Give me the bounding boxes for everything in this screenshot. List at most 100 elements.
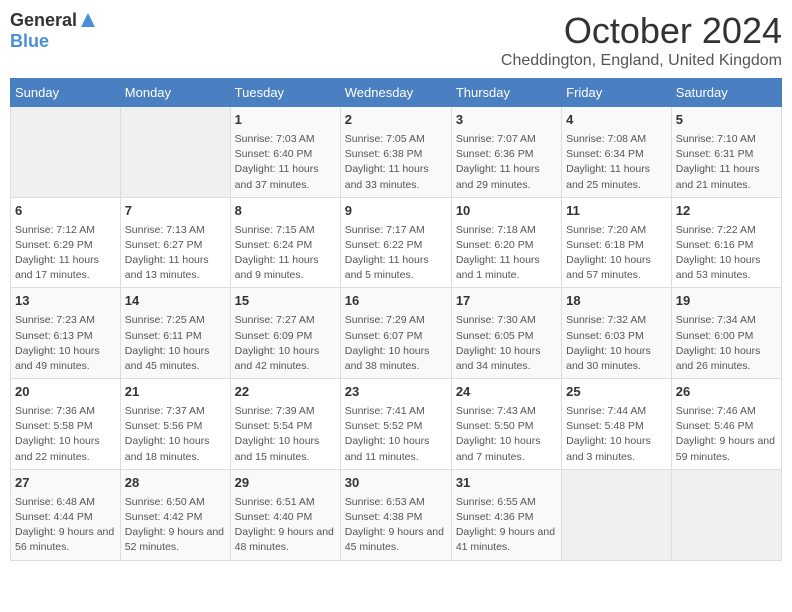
day-info: Sunrise: 7:46 AMSunset: 5:46 PMDaylight:… <box>676 404 777 465</box>
calendar-cell: 30Sunrise: 6:53 AMSunset: 4:38 PMDayligh… <box>340 469 451 560</box>
calendar-cell: 8Sunrise: 7:15 AMSunset: 6:24 PMDaylight… <box>230 197 340 288</box>
calendar-week-1: 1 Sunrise: 7:03 AMSunset: 6:40 PMDaylight… <box>11 107 782 198</box>
day-number: 31 <box>456 474 557 493</box>
day-info: Sunrise: 7:41 AMSunset: 5:52 PMDaylight:… <box>345 404 447 465</box>
day-number: 17 <box>456 292 557 311</box>
calendar-table: SundayMondayTuesdayWednesdayThursdayFrid… <box>10 78 782 561</box>
day-number: 25 <box>566 383 667 402</box>
day-number: 2 <box>345 111 447 130</box>
day-info: Sunrise: 7:30 AMSunset: 6:05 PMDaylight:… <box>456 313 557 374</box>
day-number: 22 <box>235 383 336 402</box>
calendar-week-4: 20 Sunrise: 7:36 AMSunset: 5:58 PMDayligh… <box>11 379 782 470</box>
day-info: Sunrise: 7:07 AMSunset: 6:36 PMDaylight:… <box>456 132 557 193</box>
month-title: October 2024 <box>501 10 782 52</box>
calendar-cell: 31 Sunrise: 6:55 AMSunset: 4:36 PMDayligh… <box>451 469 561 560</box>
calendar-week-2: 6Sunrise: 7:12 AMSunset: 6:29 PMDaylight… <box>11 197 782 288</box>
day-info: Sunrise: 7:44 AMSunset: 5:48 PMDaylight:… <box>566 404 667 465</box>
day-number: 24 <box>456 383 557 402</box>
day-info: Sunrise: 7:27 AMSunset: 6:09 PMDaylight:… <box>235 313 336 374</box>
day-number: 19 <box>676 292 777 311</box>
day-info: Sunrise: 7:15 AMSunset: 6:24 PMDaylight:… <box>235 223 336 284</box>
calendar-cell: 24 Sunrise: 7:43 AMSunset: 5:50 PMDayligh… <box>451 379 561 470</box>
calendar-cell: 6Sunrise: 7:12 AMSunset: 6:29 PMDaylight… <box>11 197 121 288</box>
calendar-cell: 7Sunrise: 7:13 AMSunset: 6:27 PMDaylight… <box>120 197 230 288</box>
day-info: Sunrise: 7:03 AMSunset: 6:40 PMDaylight:… <box>235 132 336 193</box>
day-number: 21 <box>125 383 226 402</box>
calendar-cell: 15 Sunrise: 7:27 AMSunset: 6:09 PMDayligh… <box>230 288 340 379</box>
calendar-header-row: SundayMondayTuesdayWednesdayThursdayFrid… <box>11 79 782 107</box>
calendar-cell <box>562 469 672 560</box>
calendar-cell: 18 Sunrise: 7:32 AMSunset: 6:03 PMDayligh… <box>562 288 672 379</box>
day-number: 5 <box>676 111 777 130</box>
calendar-cell: 28Sunrise: 6:50 AMSunset: 4:42 PMDayligh… <box>120 469 230 560</box>
calendar-week-3: 13 Sunrise: 7:23 AMSunset: 6:13 PMDayligh… <box>11 288 782 379</box>
calendar-cell: 29Sunrise: 6:51 AMSunset: 4:40 PMDayligh… <box>230 469 340 560</box>
day-number: 13 <box>15 292 116 311</box>
day-info: Sunrise: 7:32 AMSunset: 6:03 PMDaylight:… <box>566 313 667 374</box>
calendar-cell: 9 Sunrise: 7:17 AMSunset: 6:22 PMDaylight… <box>340 197 451 288</box>
day-info: Sunrise: 7:08 AMSunset: 6:34 PMDaylight:… <box>566 132 667 193</box>
day-info: Sunrise: 6:55 AMSunset: 4:36 PMDaylight:… <box>456 495 557 556</box>
day-info: Sunrise: 7:34 AMSunset: 6:00 PMDaylight:… <box>676 313 777 374</box>
day-number: 23 <box>345 383 447 402</box>
day-number: 4 <box>566 111 667 130</box>
page-header: General Blue October 2024 Cheddington, E… <box>10 10 782 70</box>
calendar-cell: 14Sunrise: 7:25 AMSunset: 6:11 PMDayligh… <box>120 288 230 379</box>
header-day-wednesday: Wednesday <box>340 79 451 107</box>
logo-blue-text: Blue <box>10 31 49 52</box>
calendar-cell: 23 Sunrise: 7:41 AMSunset: 5:52 PMDayligh… <box>340 379 451 470</box>
calendar-cell: 12 Sunrise: 7:22 AMSunset: 6:16 PMDayligh… <box>671 197 781 288</box>
calendar-cell: 22 Sunrise: 7:39 AMSunset: 5:54 PMDayligh… <box>230 379 340 470</box>
day-number: 3 <box>456 111 557 130</box>
day-number: 1 <box>235 111 336 130</box>
calendar-cell <box>671 469 781 560</box>
location-text: Cheddington, England, United Kingdom <box>501 52 782 70</box>
day-info: Sunrise: 7:37 AMSunset: 5:56 PMDaylight:… <box>125 404 226 465</box>
calendar-week-5: 27 Sunrise: 6:48 AMSunset: 4:44 PMDayligh… <box>11 469 782 560</box>
day-info: Sunrise: 6:53 AMSunset: 4:38 PMDaylight:… <box>345 495 447 556</box>
day-number: 9 <box>345 202 447 221</box>
calendar-cell: 4 Sunrise: 7:08 AMSunset: 6:34 PMDaylight… <box>562 107 672 198</box>
header-day-saturday: Saturday <box>671 79 781 107</box>
header-day-friday: Friday <box>562 79 672 107</box>
day-number: 16 <box>345 292 447 311</box>
calendar-cell: 25 Sunrise: 7:44 AMSunset: 5:48 PMDayligh… <box>562 379 672 470</box>
day-info: Sunrise: 7:22 AMSunset: 6:16 PMDaylight:… <box>676 223 777 284</box>
day-number: 27 <box>15 474 116 493</box>
day-number: 12 <box>676 202 777 221</box>
day-info: Sunrise: 7:43 AMSunset: 5:50 PMDaylight:… <box>456 404 557 465</box>
day-info: Sunrise: 7:17 AMSunset: 6:22 PMDaylight:… <box>345 223 447 284</box>
day-info: Sunrise: 7:05 AMSunset: 6:38 PMDaylight:… <box>345 132 447 193</box>
header-day-thursday: Thursday <box>451 79 561 107</box>
logo: General Blue <box>10 10 97 52</box>
calendar-cell: 27 Sunrise: 6:48 AMSunset: 4:44 PMDayligh… <box>11 469 121 560</box>
day-info: Sunrise: 7:39 AMSunset: 5:54 PMDaylight:… <box>235 404 336 465</box>
day-number: 15 <box>235 292 336 311</box>
calendar-cell: 3 Sunrise: 7:07 AMSunset: 6:36 PMDaylight… <box>451 107 561 198</box>
day-info: Sunrise: 7:20 AMSunset: 6:18 PMDaylight:… <box>566 223 667 284</box>
day-info: Sunrise: 7:23 AMSunset: 6:13 PMDaylight:… <box>15 313 116 374</box>
day-number: 11 <box>566 202 667 221</box>
day-number: 14 <box>125 292 226 311</box>
day-info: Sunrise: 6:48 AMSunset: 4:44 PMDaylight:… <box>15 495 116 556</box>
calendar-cell: 13 Sunrise: 7:23 AMSunset: 6:13 PMDayligh… <box>11 288 121 379</box>
day-info: Sunrise: 6:50 AMSunset: 4:42 PMDaylight:… <box>125 495 226 556</box>
day-info: Sunrise: 7:36 AMSunset: 5:58 PMDaylight:… <box>15 404 116 465</box>
day-info: Sunrise: 7:10 AMSunset: 6:31 PMDaylight:… <box>676 132 777 193</box>
calendar-cell: 5 Sunrise: 7:10 AMSunset: 6:31 PMDaylight… <box>671 107 781 198</box>
calendar-cell: 20 Sunrise: 7:36 AMSunset: 5:58 PMDayligh… <box>11 379 121 470</box>
day-info: Sunrise: 7:18 AMSunset: 6:20 PMDaylight:… <box>456 223 557 284</box>
logo-icon <box>79 11 97 29</box>
day-info: Sunrise: 7:29 AMSunset: 6:07 PMDaylight:… <box>345 313 447 374</box>
calendar-cell <box>120 107 230 198</box>
day-info: Sunrise: 7:13 AMSunset: 6:27 PMDaylight:… <box>125 223 226 284</box>
calendar-cell: 21 Sunrise: 7:37 AMSunset: 5:56 PMDayligh… <box>120 379 230 470</box>
logo-general-text: General <box>10 10 77 31</box>
calendar-cell: 16 Sunrise: 7:29 AMSunset: 6:07 PMDayligh… <box>340 288 451 379</box>
title-section: October 2024 Cheddington, England, Unite… <box>501 10 782 70</box>
day-number: 20 <box>15 383 116 402</box>
header-day-sunday: Sunday <box>11 79 121 107</box>
day-number: 26 <box>676 383 777 402</box>
calendar-cell: 11 Sunrise: 7:20 AMSunset: 6:18 PMDayligh… <box>562 197 672 288</box>
day-number: 18 <box>566 292 667 311</box>
